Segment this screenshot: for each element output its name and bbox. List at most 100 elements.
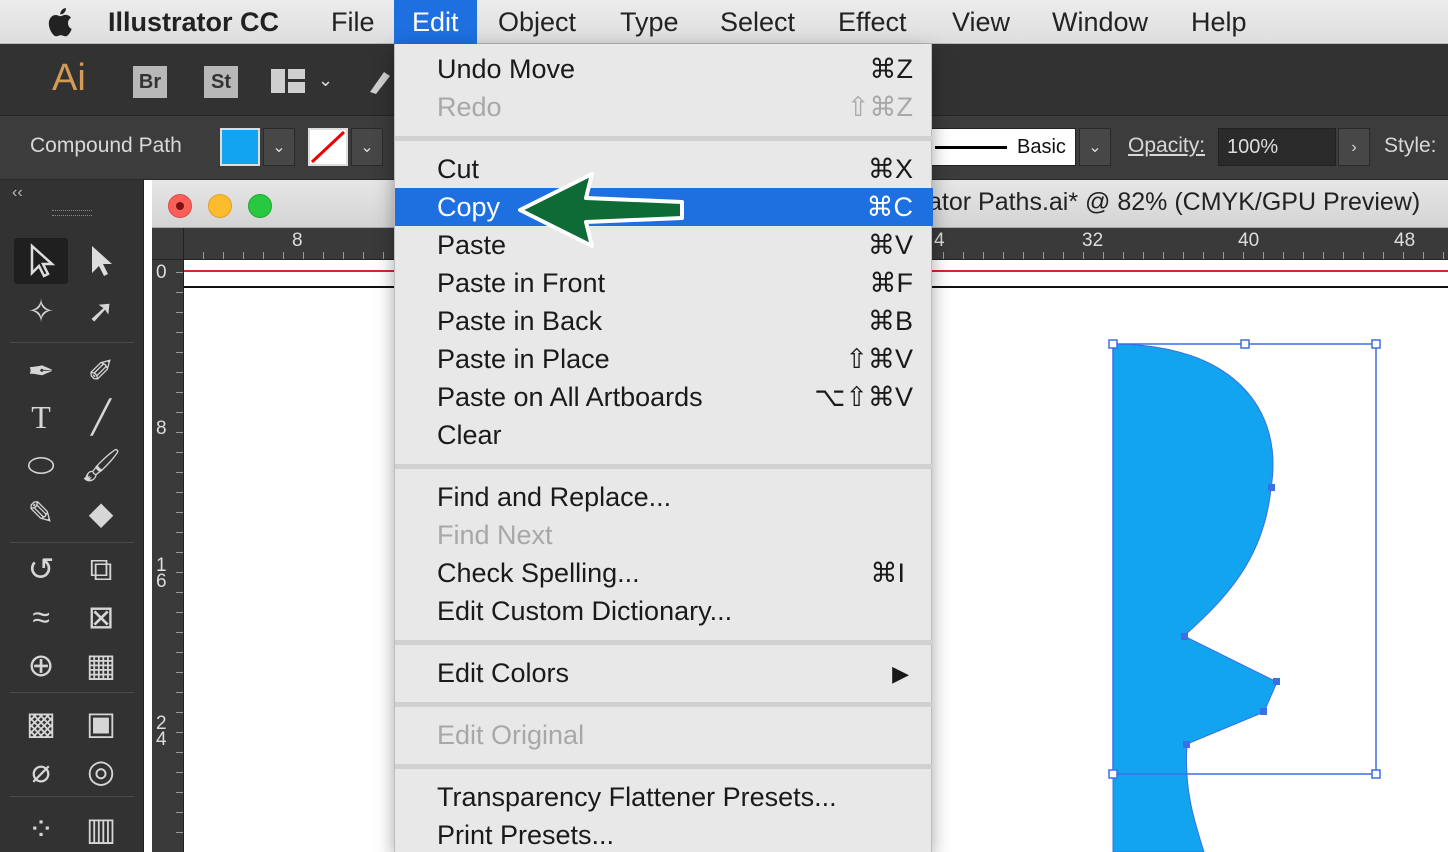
minimize-button[interactable]	[208, 194, 232, 218]
tools-panel: ‹‹ ✧ ➚ ✒ ✐ T ╱ ⬭ 🖌 ✎ ◆ ↺ ⧉ ≈ ⊠ ⊕ ▦ ▩ ▣ ⌀…	[0, 180, 144, 852]
shaper-tool-icon[interactable]: ✎	[14, 490, 68, 536]
gradient-tool-icon[interactable]: ▣	[74, 700, 128, 746]
tool-divider	[10, 342, 134, 343]
brush-icon[interactable]	[366, 66, 394, 96]
ruler-label: 8	[156, 418, 167, 439]
menu-item-shortcut: ⌘Z	[869, 54, 914, 84]
column-graph-tool-icon[interactable]: ▥	[74, 806, 128, 852]
menu-item-clear[interactable]: Clear	[395, 416, 933, 454]
opacity-value: 100%	[1227, 136, 1279, 158]
menu-item-label: Cut	[437, 154, 480, 184]
menu-select[interactable]: Select	[702, 0, 813, 44]
stroke-dropdown[interactable]: ⌄	[351, 128, 383, 166]
vertical-ruler[interactable]: 0 8 1 6 2 4	[152, 260, 184, 852]
paintbrush-tool-icon[interactable]: 🖌	[74, 442, 128, 488]
stroke-profile-dropdown[interactable]: ⌄	[1079, 128, 1111, 166]
ruler-label: 8	[292, 230, 303, 251]
menu-item-edit-custom-dictionary[interactable]: Edit Custom Dictionary...	[395, 592, 933, 630]
menu-item-paste-on-all-artboards[interactable]: Paste on All Artboards ⌥⇧⌘V	[395, 378, 933, 416]
app-name-menu[interactable]: Illustrator CC	[90, 0, 297, 44]
menu-item-paste-in-back[interactable]: Paste in Back ⌘B	[395, 302, 933, 340]
workspace-layout-icon[interactable]	[270, 68, 306, 94]
panel-grip[interactable]	[52, 210, 92, 216]
opacity-label[interactable]: Opacity:	[1128, 134, 1205, 158]
menu-item-label: Paste	[437, 230, 507, 260]
stroke-swatch[interactable]	[308, 128, 348, 166]
menu-item-shortcut: ⌘F	[869, 268, 914, 298]
menu-effect[interactable]: Effect	[820, 0, 925, 44]
menu-item-edit-colors[interactable]: Edit Colors ▶	[395, 654, 933, 692]
menu-item-label: Transparency Flattener Presets...	[437, 782, 837, 812]
direct-selection-tool-icon[interactable]	[74, 238, 128, 284]
rotate-tool-icon[interactable]: ↺	[14, 546, 68, 592]
scale-tool-icon[interactable]: ⧉	[74, 546, 128, 592]
menu-item-label: Edit Original	[437, 720, 585, 750]
menu-item-redo: Redo ⇧⌘Z	[395, 88, 933, 126]
menu-separator	[395, 640, 933, 645]
menu-object[interactable]: Object	[480, 0, 594, 44]
menu-item-transparency-flattener-presets[interactable]: Transparency Flattener Presets...	[395, 778, 933, 816]
line-segment-tool-icon[interactable]: ╱	[74, 394, 128, 440]
ellipse-tool-icon[interactable]: ⬭	[14, 442, 68, 488]
menu-item-label: Redo	[437, 92, 502, 122]
lasso-tool-icon[interactable]: ➚	[74, 288, 128, 334]
annotation-arrow-icon	[518, 172, 684, 248]
menu-file[interactable]: File	[313, 0, 393, 44]
menu-item-shortcut: ⇧⌘V	[845, 344, 913, 374]
warp-tool-icon[interactable]: ≈	[14, 594, 68, 640]
perspective-grid-tool-icon[interactable]: ▦	[74, 642, 128, 688]
ruler-label: 4	[934, 230, 945, 251]
stroke-profile-label: Basic	[1017, 136, 1066, 158]
selection-type-label: Compound Path	[30, 134, 182, 157]
free-transform-tool-icon[interactable]: ⊠	[74, 594, 128, 640]
chevron-down-icon[interactable]: ⌄	[318, 70, 333, 91]
bridge-button[interactable]: Br	[133, 66, 167, 98]
menu-separator	[395, 764, 933, 769]
menu-help[interactable]: Help	[1173, 0, 1265, 44]
menu-item-undo-move[interactable]: Undo Move ⌘Z	[395, 50, 933, 88]
eraser-tool-icon[interactable]: ◆	[74, 490, 128, 536]
ruler-label: 1 6	[156, 555, 167, 592]
opacity-arrow[interactable]: ›	[1338, 128, 1370, 166]
pen-tool-icon[interactable]: ✒	[14, 348, 68, 394]
menu-item-print-presets[interactable]: Print Presets...	[395, 816, 933, 852]
ruler-label: 48	[1394, 230, 1416, 251]
menu-item-paste-in-front[interactable]: Paste in Front ⌘F	[395, 264, 933, 302]
ruler-label: 2 4	[156, 713, 167, 750]
symbol-sprayer-tool-icon[interactable]: ⁘	[14, 806, 68, 852]
collapse-panel-icon[interactable]: ‹‹	[12, 184, 23, 202]
menu-item-find-next: Find Next	[395, 516, 933, 554]
close-button[interactable]	[168, 194, 192, 218]
ruler-origin[interactable]	[152, 228, 184, 260]
ruler-label: 0	[156, 262, 167, 283]
stroke-profile-preview[interactable]: Basic	[930, 128, 1076, 166]
fill-dropdown[interactable]: ⌄	[263, 128, 295, 166]
menu-item-label: Find Next	[437, 520, 553, 550]
shape-builder-tool-icon[interactable]: ⊕	[14, 642, 68, 688]
menu-item-shortcut: ⌘I	[870, 558, 905, 588]
type-tool-icon[interactable]: T	[14, 394, 68, 440]
tool-divider	[10, 796, 134, 797]
menu-item-label: Paste in Place	[437, 344, 610, 374]
menu-window[interactable]: Window	[1034, 0, 1166, 44]
edit-menu-dropdown: Undo Move ⌘Z Redo ⇧⌘Z Cut ⌘X Copy ⌘C Pas…	[394, 44, 933, 852]
document-title: ator Paths.ai* @ 82% (CMYK/GPU Preview)	[928, 188, 1421, 216]
menu-item-find-and-replace[interactable]: Find and Replace...	[395, 478, 933, 516]
selection-tool-icon[interactable]	[14, 238, 68, 284]
fill-swatch[interactable]	[220, 128, 260, 166]
apple-icon[interactable]	[30, 0, 94, 44]
magic-wand-tool-icon[interactable]: ✧	[14, 288, 68, 334]
opacity-field[interactable]: 100%	[1218, 128, 1336, 166]
eyedropper-tool-icon[interactable]: ⌀	[14, 748, 68, 794]
stock-button[interactable]: St	[204, 66, 238, 98]
curvature-tool-icon[interactable]: ✐	[74, 348, 128, 394]
menu-item-paste-in-place[interactable]: Paste in Place ⇧⌘V	[395, 340, 933, 378]
menu-item-shortcut: ⌘B	[867, 306, 913, 336]
menu-item-check-spelling[interactable]: Check Spelling... ⌘I	[395, 554, 933, 592]
zoom-button[interactable]	[248, 194, 272, 218]
blend-tool-icon[interactable]: ◎	[74, 748, 128, 794]
menu-edit[interactable]: Edit	[394, 0, 477, 44]
mesh-tool-icon[interactable]: ▩	[14, 700, 68, 746]
menu-type[interactable]: Type	[602, 0, 697, 44]
menu-view[interactable]: View	[934, 0, 1028, 44]
